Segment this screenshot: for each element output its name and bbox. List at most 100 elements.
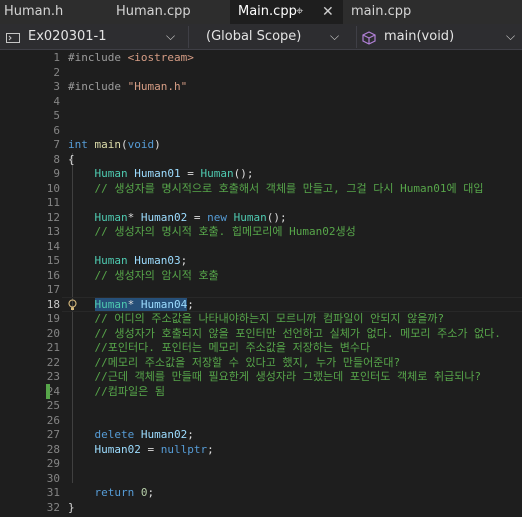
code-token: * [127,297,141,311]
code-line[interactable]: 27 delete Human02; [0,427,522,442]
code-line[interactable]: 30 [0,471,522,486]
line-number: 15 [46,254,60,267]
line-number: 16 [46,268,60,282]
code-token: ( [121,138,128,151]
code-text: // 생성자의 명시적 호출. 힙메모리에 Human02생성 [68,224,356,239]
code-text: return 0; [68,485,155,500]
navigation-bar: Ex020301-1 ⌵ (Global Scope) ⌵ main(void)… [0,24,522,50]
code-line[interactable]: 9 Human Human01 = Human(); [0,166,522,181]
tab-human-cpp[interactable]: Human.cpp [110,0,230,24]
line-number: 21 [46,341,60,354]
close-icon[interactable]: ✕ [322,0,334,24]
code-text: { [68,152,75,167]
line-number: 24 [46,384,60,398]
line-number: 10 [46,181,60,195]
code-line[interactable]: 23 //근데 객체를 만들때 필요한게 생성자라 그랬는데 포인터도 객체로 … [0,369,522,384]
code-token: <iostream> [127,51,194,64]
code-token: //컴파일은 됨 [68,384,165,398]
tab-main-cpp-lower[interactable]: main.cpp [343,0,522,24]
code-text: #include <iostream> [68,50,194,65]
code-text: //근데 객체를 만들때 필요한게 생성자라 그랬는데 포인터도 객체로 취급되… [68,369,481,384]
pin-icon[interactable]: ⌖ [296,0,303,24]
line-number: 12 [46,210,60,224]
tab-human-h[interactable]: Human.h [0,0,110,24]
code-line[interactable]: 4 [0,94,522,109]
code-token: delete [94,428,141,441]
code-line[interactable]: 8{ [0,152,522,167]
chevron-down-icon: ⌵ [506,29,516,43]
code-line[interactable]: 10 // 생성자를 명시적으로 호출해서 객체를 만들고, 그걸 다시 Hum… [0,181,522,196]
code-line[interactable]: 14 [0,239,522,254]
code-token: Human04 [140,297,188,311]
scope-label: (Global Scope) [206,29,302,44]
code-token: = [140,442,161,456]
scope-dropdown[interactable]: (Global Scope) ⌵ [206,26,350,48]
code-line[interactable]: 16 // 생성자의 암시적 호출 [0,268,522,283]
code-token: Human02 [140,210,188,224]
code-line[interactable]: 20 // 생성자가 호출되지 않을 포인터만 선언하고 실체가 없다. 메모리… [0,326,522,341]
code-editor[interactable]: 1 #include <iostream> 2 3 #include "Human.h"… [0,50,522,517]
code-text: Human* Human04; [68,297,194,312]
code-line[interactable]: 26 [0,413,522,428]
code-token: // 생성자를 명시적으로 호출해서 객체를 만들고, 그걸 다시 Human0… [68,181,484,195]
code-line[interactable]: 22 //메모리 주소값을 저장할 수 있다고 했지, 누가 만들어준대? [0,355,522,370]
line-number: 17 [46,283,60,296]
project-label: Ex020301-1 [28,29,107,44]
tab-main-cpp-active[interactable]: Main.cpp ⌖ ✕ [230,0,343,24]
code-token: return [94,486,141,499]
member-label: main(void) [384,29,455,44]
tab-label: Human.h [4,4,64,19]
code-text: } [68,500,75,515]
code-token: "Human.h" [127,80,188,93]
code-line[interactable]: 15 Human Human03; [0,253,522,268]
code-line[interactable]: 24 //컴파일은 됨 [0,383,522,399]
member-dropdown[interactable]: main(void) ⌵ [362,26,518,48]
code-token: // 생성자의 명시적 호출. 힙메모리에 Human02생성 [68,225,356,238]
code-line[interactable]: 5 [0,108,522,123]
code-line[interactable]: 28 Human02 = nullptr; [0,442,522,457]
code-line[interactable]: 21 //포인터다. 포인터는 메모리 주소값을 저장하는 변수다 [0,340,522,355]
line-number: 6 [53,123,60,137]
code-text: Human Human01 = Human(); [68,166,254,181]
line-number: 18 [46,297,60,311]
project-dropdown[interactable]: Ex020301-1 ⌵ [6,26,182,48]
code-line[interactable]: 29 [0,456,522,471]
code-text: // 생성자가 호출되지 않을 포인터만 선언하고 실체가 없다. 메모리 주소… [68,326,500,341]
code-token: Human02 [140,428,188,441]
code-line[interactable]: 32} [0,500,522,515]
code-line[interactable]: 18 Human* Human04; [0,296,522,312]
method-cube-icon [362,26,376,48]
code-text: Human Human03; [68,253,188,268]
code-line[interactable]: 25 [0,398,522,413]
code-line[interactable]: 31 return 0; [0,485,522,500]
code-token: nullptr [160,442,208,456]
code-token: (); [266,210,287,224]
code-token: Human [94,254,135,267]
code-line[interactable]: 17 [0,282,522,297]
code-line[interactable]: 6 [0,123,522,138]
tab-label: Main.cpp [238,4,297,19]
line-number: 29 [46,457,60,470]
line-number: 3 [53,80,60,93]
code-line[interactable]: 2 [0,65,522,80]
code-line[interactable]: 12 Human* Human02 = new Human(); [0,210,522,225]
code-token: ; [180,254,188,267]
code-token: // 어디의 주소값을 나타내야하는지 모르니까 컴파일이 안되지 않을까? [68,312,445,325]
code-line[interactable]: 19 // 어디의 주소값을 나타내야하는지 모르니까 컴파일이 안되지 않을까… [0,311,522,326]
code-line[interactable]: 13 // 생성자의 명시적 호출. 힙메모리에 Human02생성 [0,224,522,239]
code-line[interactable]: 11 [0,195,522,210]
code-line[interactable]: 3 #include "Human.h" [0,79,522,94]
code-token: ) [154,138,161,151]
code-line[interactable]: 7 int main(void) [0,137,522,152]
code-token: } [68,500,75,514]
code-token: int [68,138,95,151]
code-text: //포인터다. 포인터는 메모리 주소값을 저장하는 변수다 [68,340,370,355]
line-number: 13 [46,225,60,238]
code-token: // 생성자의 암시적 호출 [68,268,219,282]
code-line[interactable]: 1 #include <iostream> [0,50,522,65]
code-token: void [127,138,155,151]
